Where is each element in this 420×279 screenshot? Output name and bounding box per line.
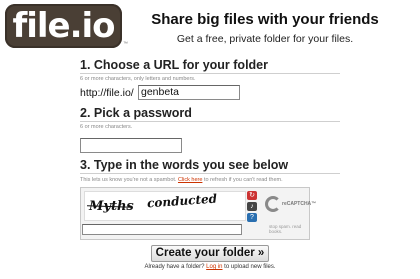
recaptcha-label: reCAPTCHA™ xyxy=(282,201,317,207)
login-prompt-text: Already have a folder? xyxy=(144,264,207,270)
captcha-image: Myths conducted xyxy=(84,191,246,221)
file-io-logo[interactable]: file.io xyxy=(5,4,122,48)
captcha-word-2: conducted xyxy=(146,191,218,211)
recaptcha-icon xyxy=(265,196,281,212)
step3-hint: This lets us know you're not a spambot. … xyxy=(80,177,283,183)
refresh-icon[interactable]: ↻ xyxy=(247,191,257,200)
step1-hint: 6 or more characters, only letters and n… xyxy=(80,76,196,82)
captcha-controls: ↻ ♪ ? xyxy=(247,191,260,222)
captcha-answer-input[interactable] xyxy=(82,224,242,235)
page-headline: Share big files with your friends xyxy=(151,11,379,28)
url-prefix: http://file.io/ xyxy=(80,87,134,99)
audio-icon[interactable]: ♪ xyxy=(247,202,257,211)
refresh-captcha-link[interactable]: Click here xyxy=(178,177,202,183)
help-icon[interactable]: ? xyxy=(247,213,257,222)
password-input[interactable] xyxy=(80,138,182,153)
create-folder-button[interactable]: Create your folder » xyxy=(151,245,269,262)
recaptcha-tagline: stop spam. read books. xyxy=(269,224,302,234)
step1-title: 1. Choose a URL for your folder xyxy=(80,58,340,74)
step2-title: 2. Pick a password xyxy=(80,106,340,122)
recaptcha-logo: reCAPTCHA™ xyxy=(265,194,316,220)
page-tagline: Get a free, private folder for your file… xyxy=(176,33,354,45)
step2-hint: 6 or more characters. xyxy=(80,124,133,130)
step3-hint-text: This lets us know you're not a spambot. xyxy=(80,177,178,183)
folder-name-input[interactable]: genbeta xyxy=(138,85,240,100)
login-prompt: Already have a folder? Log in to upload … xyxy=(80,264,340,270)
step3-hint-text-end: to refresh if you can't read them. xyxy=(202,177,283,183)
login-prompt-text-end: to upload new files. xyxy=(222,264,276,270)
trademark-mark: ™ xyxy=(123,41,128,47)
step3-title: 3. Type in the words you see below xyxy=(80,158,340,174)
login-link[interactable]: Log in xyxy=(206,264,222,270)
logo-text: file.io xyxy=(12,6,115,46)
